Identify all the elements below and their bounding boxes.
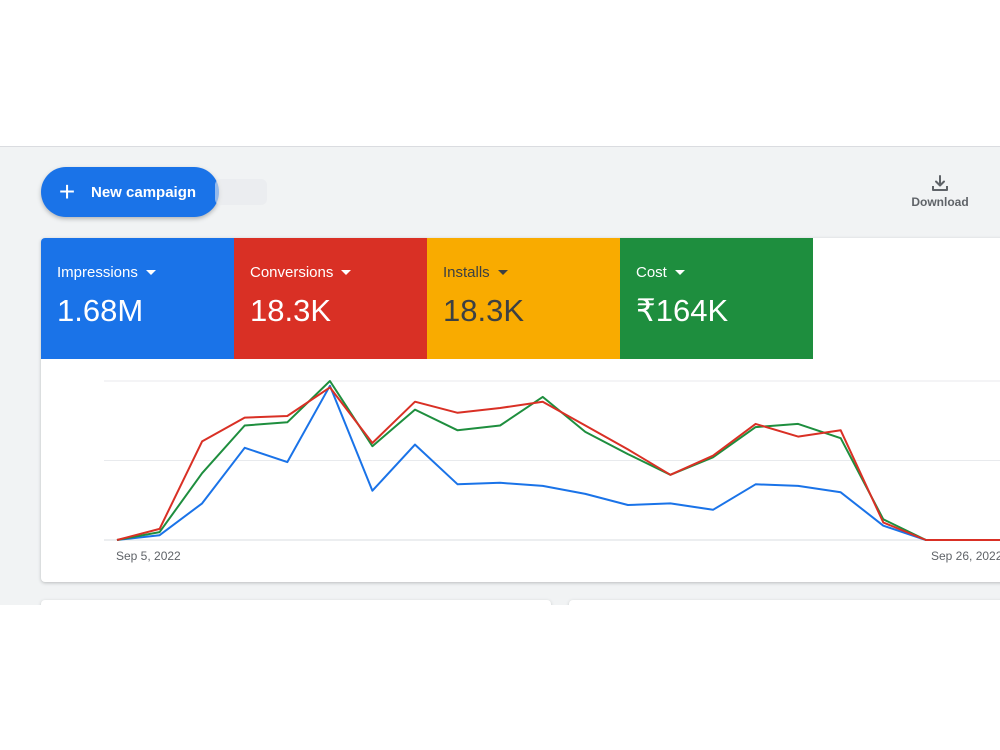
download-button[interactable]: Download bbox=[905, 173, 975, 209]
metric-value: ₹164K bbox=[636, 293, 729, 328]
faded-chip bbox=[215, 179, 267, 205]
caret-down-icon[interactable] bbox=[497, 270, 508, 275]
metric-value: 1.68M bbox=[57, 293, 144, 328]
series-line-conversions bbox=[116, 386, 1000, 541]
x-tick-label-end: Sep 26, 2022 bbox=[931, 549, 1000, 563]
metric-label: Impressions bbox=[57, 264, 138, 281]
metric-tile-impressions[interactable]: Impressions 1.68M bbox=[41, 238, 234, 359]
download-icon bbox=[932, 175, 948, 191]
x-tick-label-start: Sep 5, 2022 bbox=[116, 549, 181, 563]
performance-card: Impressions 1.68M Conversions 18.3K Inst… bbox=[41, 238, 1000, 582]
performance-chart: Sep 5, 2022 Sep 26, 2022 bbox=[41, 359, 1000, 582]
caret-down-icon[interactable] bbox=[145, 270, 156, 275]
metric-tile-conversions[interactable]: Conversions 18.3K bbox=[234, 238, 427, 359]
metric-tile-cost[interactable]: Cost ₹164K bbox=[620, 238, 813, 359]
secondary-card-left bbox=[41, 600, 551, 605]
metric-tile-installs[interactable]: Installs 18.3K bbox=[427, 238, 620, 359]
metric-value: 18.3K bbox=[443, 293, 525, 328]
secondary-card-right bbox=[569, 600, 1000, 605]
campaigns-overview-panel: + New campaign Download Impressions 1.68… bbox=[0, 146, 1000, 605]
metric-label: Conversions bbox=[250, 264, 334, 281]
new-campaign-button[interactable]: + New campaign bbox=[41, 167, 219, 217]
download-label: Download bbox=[911, 195, 969, 209]
caret-down-icon[interactable] bbox=[674, 270, 685, 275]
metric-tiles: Impressions 1.68M Conversions 18.3K Inst… bbox=[41, 238, 813, 359]
metric-label: Installs bbox=[443, 264, 490, 281]
caret-down-icon[interactable] bbox=[341, 270, 352, 275]
line-chart bbox=[104, 380, 1000, 541]
metric-label: Cost bbox=[636, 264, 667, 281]
metric-value: 18.3K bbox=[250, 293, 332, 328]
new-campaign-label: New campaign bbox=[91, 183, 197, 201]
plus-icon: + bbox=[58, 176, 76, 207]
